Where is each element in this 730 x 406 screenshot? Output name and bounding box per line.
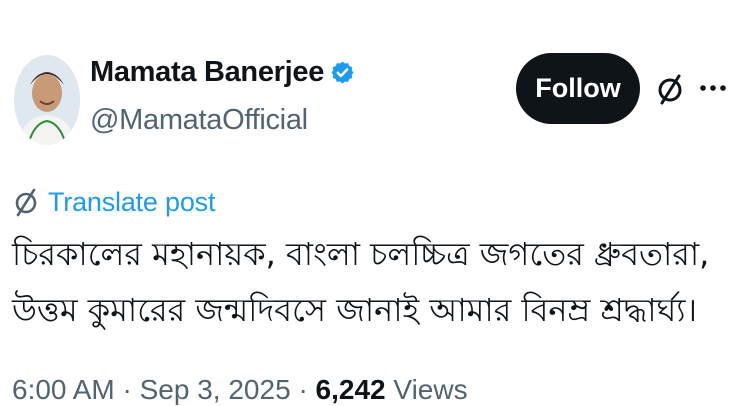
author-name[interactable]: Mamata Banerjee bbox=[90, 56, 324, 89]
more-icon[interactable] bbox=[696, 78, 730, 98]
views-count: 6,242 bbox=[315, 374, 386, 405]
author-avatar[interactable] bbox=[14, 55, 80, 145]
post-time[interactable]: 6:00 AM bbox=[12, 374, 115, 405]
avatar-photo bbox=[14, 55, 80, 145]
follow-button[interactable]: Follow bbox=[516, 53, 640, 124]
verified-badge-icon[interactable] bbox=[330, 60, 355, 85]
translate-post-label[interactable]: Translate post bbox=[48, 187, 215, 218]
post-meta: 6:00 AM · Sep 3, 2025 · 6,242 Views bbox=[12, 374, 468, 406]
views-label: Views bbox=[393, 374, 468, 405]
post-text: চিরকালের মহানায়ক, বাংলা চলচ্চিত্র জগতের… bbox=[12, 235, 710, 329]
meta-separator: · bbox=[298, 374, 308, 405]
meta-separator: · bbox=[122, 374, 132, 405]
author-name-row[interactable]: Mamata Banerjee bbox=[90, 56, 355, 89]
translate-post-link[interactable]: Translate post bbox=[12, 186, 215, 218]
grok-icon[interactable] bbox=[655, 72, 685, 106]
post-date[interactable]: Sep 3, 2025 bbox=[140, 374, 291, 405]
translate-icon bbox=[15, 188, 37, 217]
author-handle[interactable]: @MamataOfficial bbox=[90, 104, 308, 137]
